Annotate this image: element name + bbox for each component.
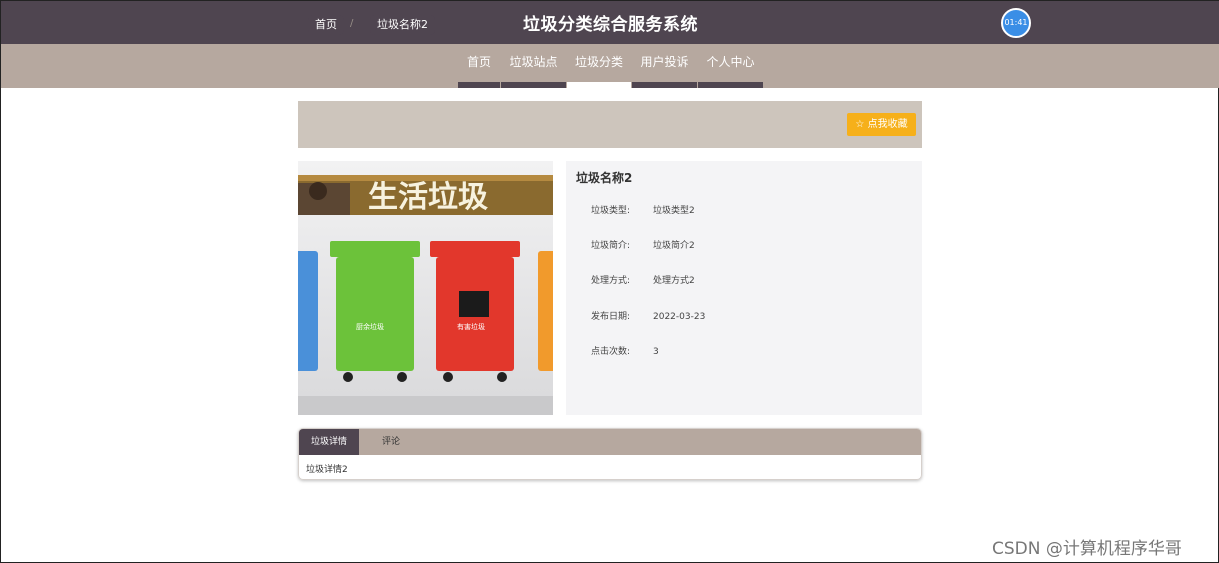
nav-item-classification[interactable]: 垃圾分类 (567, 44, 631, 88)
nav-indicator (698, 82, 763, 88)
detail-tabs: 垃圾详情 评论 垃圾详情2 (298, 428, 922, 480)
detail-value: 处理方式2 (653, 276, 695, 286)
tabs-header: 垃圾详情 评论 (299, 429, 921, 455)
green-bin-lid (330, 241, 420, 257)
orange-bin (538, 251, 553, 371)
breadcrumb (298, 101, 922, 148)
trash-bins-illustration: 生活垃圾 厨余垃圾 有害垃圾 (298, 161, 553, 415)
bin-label-food: 厨余垃圾 (356, 322, 384, 331)
detail-label: 处理方式: (591, 276, 631, 286)
product-image: 生活垃圾 厨余垃圾 有害垃圾 (298, 161, 553, 415)
red-bin-lid (430, 241, 520, 257)
detail-label: 垃圾简介: (591, 241, 631, 251)
banner-text: 生活垃圾 (368, 180, 488, 215)
detail-row-type: 垃圾类型: 垃圾类型2 (591, 203, 695, 216)
breadcrumb-separator: / (350, 18, 354, 29)
nav-item-home[interactable]: 首页 (458, 44, 500, 88)
item-name: 垃圾名称2 (576, 171, 633, 185)
detail-value: 垃圾简介2 (653, 241, 695, 251)
nav-item-complaints[interactable]: 用户投诉 (632, 44, 697, 88)
breadcrumb-home[interactable]: 首页 (308, 15, 344, 35)
nav-item-stations[interactable]: 垃圾站点 (501, 44, 566, 88)
nav-item-label: 用户投诉 (640, 55, 689, 69)
tab-comments[interactable]: 评论 (359, 429, 423, 455)
detail-label: 垃圾类型: (591, 206, 631, 216)
nav-item-label: 垃圾分类 (574, 55, 623, 69)
app-title: 垃圾分类综合服务系统 (523, 15, 698, 35)
details-panel: 垃圾名称2 垃圾类型: 垃圾类型2 垃圾简介: 垃圾简介2 处理方式: 处理方式2 发… (566, 161, 922, 415)
detail-value: 2022-03-23 (653, 312, 706, 322)
nav-indicator (501, 82, 566, 88)
nav-item-label: 个人中心 (706, 55, 755, 69)
detail-value: 3 (653, 347, 659, 357)
detail-value: 垃圾类型2 (653, 206, 695, 216)
nav-item-label: 首页 (466, 55, 491, 69)
breadcrumb-current: 垃圾名称2 (370, 15, 435, 35)
nav-indicator (567, 82, 631, 88)
nav-item-profile[interactable]: 个人中心 (698, 44, 763, 88)
green-bin (336, 257, 414, 371)
clock-badge: 01:41 (1001, 8, 1031, 38)
nav-indicator (632, 82, 697, 88)
tab-details[interactable]: 垃圾详情 (299, 429, 359, 455)
detail-label: 点击次数: (591, 347, 631, 357)
top-header: 垃圾分类综合服务系统 01:41 (1, 1, 1219, 44)
blue-bin (298, 251, 318, 371)
detail-row-clicks: 点击次数: 3 (591, 344, 659, 357)
detail-row-date: 发布日期: 2022-03-23 (591, 309, 705, 322)
watermark: CSDN @计算机程序华哥 (992, 539, 1182, 559)
detail-row-method: 处理方式: 处理方式2 (591, 273, 695, 286)
nav-item-label: 垃圾站点 (509, 55, 558, 69)
detail-label: 发布日期: (591, 312, 631, 322)
detail-row-intro: 垃圾简介: 垃圾简介2 (591, 238, 695, 251)
tab-content: 垃圾详情2 (306, 465, 348, 475)
main-nav: 首页 垃圾站点 垃圾分类 用户投诉 个人中心 (1, 44, 1219, 88)
bin-label-hazard: 有害垃圾 (457, 322, 485, 331)
nav-indicator (458, 82, 500, 88)
favorite-button[interactable]: ☆ 点我收藏 (847, 113, 916, 136)
